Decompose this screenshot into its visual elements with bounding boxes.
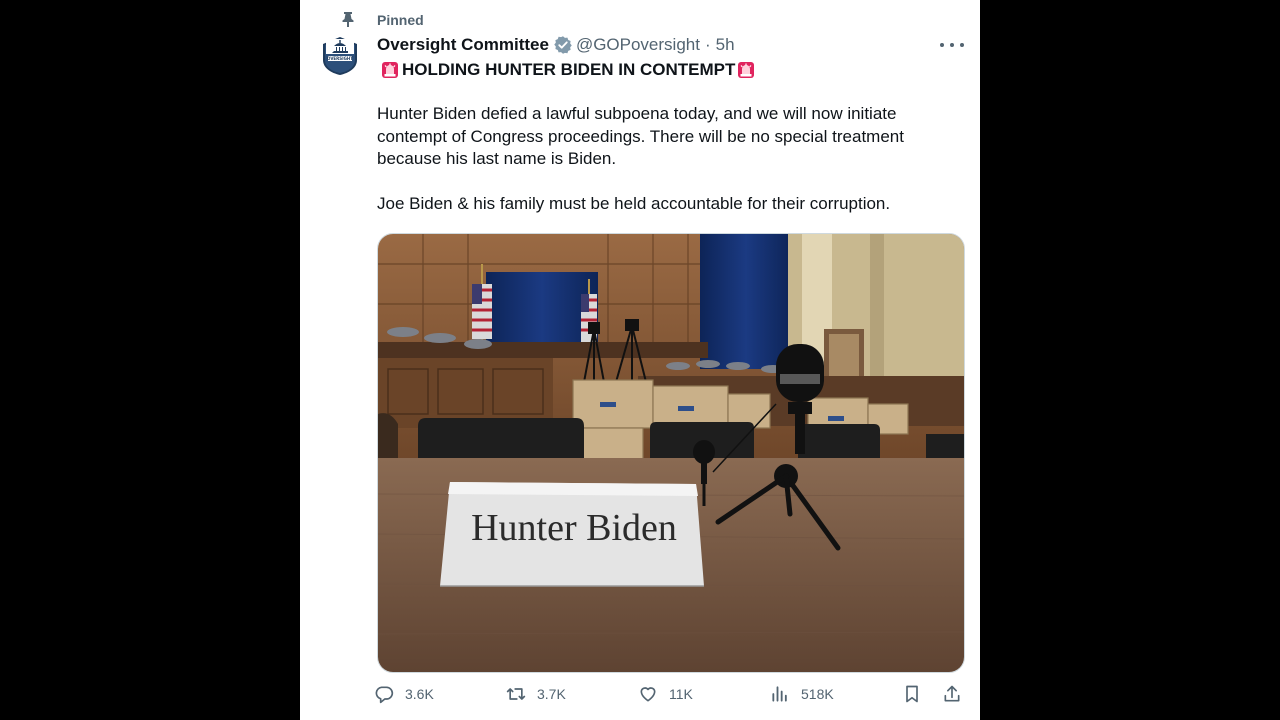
reply-button[interactable]: 3.6K <box>374 684 434 704</box>
tweet-card[interactable]: Pinned OVERSIGHT Oversight Committee @GO… <box>300 0 980 720</box>
reply-icon <box>375 686 394 704</box>
action-bar: 3.6K 3.7K 11K 518K <box>374 684 974 710</box>
hearing-room-photo: Hunter Biden <box>378 234 964 672</box>
pinned-indicator: Pinned <box>342 10 424 30</box>
repost-icon <box>506 688 526 700</box>
siren-emoji-icon <box>738 62 755 78</box>
nameplate-text: Hunter Biden <box>471 507 677 549</box>
tweet-body: Hunter Biden defied a lawful subpoena to… <box>377 103 957 216</box>
tweet-paragraph: Joe Biden & his family must be held acco… <box>377 194 891 213</box>
reply-count: 3.6K <box>405 686 434 702</box>
heart-icon <box>640 687 656 702</box>
more-icon[interactable] <box>940 36 964 54</box>
repost-button[interactable]: 3.7K <box>506 684 566 704</box>
tweet-paragraph: Hunter Biden defied a lawful subpoena to… <box>377 104 904 168</box>
views-icon <box>772 686 787 702</box>
tweet-photo[interactable]: Hunter Biden <box>377 233 965 673</box>
share-icon <box>944 685 960 702</box>
author-handle[interactable]: @GOPoversight <box>576 35 700 55</box>
avatar[interactable]: OVERSIGHT <box>320 36 360 76</box>
headline-text: HOLDING HUNTER BIDEN IN CONTEMPT <box>402 60 736 79</box>
avatar-text: OVERSIGHT <box>327 56 353 61</box>
pin-icon <box>342 12 354 27</box>
views-count: 518K <box>801 686 834 702</box>
tweet-headline: HOLDING HUNTER BIDEN IN CONTEMPT <box>380 59 756 81</box>
header-separator: · <box>704 35 711 54</box>
pinned-label: Pinned <box>377 12 424 28</box>
verified-badge-icon[interactable] <box>553 35 573 55</box>
like-count: 11K <box>669 686 693 702</box>
bookmark-icon <box>906 685 918 703</box>
like-button[interactable]: 11K <box>638 684 693 704</box>
siren-emoji-icon <box>382 62 398 78</box>
views-button[interactable]: 518K <box>770 684 834 704</box>
repost-count: 3.7K <box>537 686 566 702</box>
share-button[interactable] <box>942 684 962 704</box>
display-name[interactable]: Oversight Committee <box>377 35 549 55</box>
tweet-header: Oversight Committee @GOPoversight · 5h <box>377 34 735 56</box>
bookmark-button[interactable] <box>902 684 922 704</box>
tweet-timestamp[interactable]: 5h <box>716 35 735 55</box>
